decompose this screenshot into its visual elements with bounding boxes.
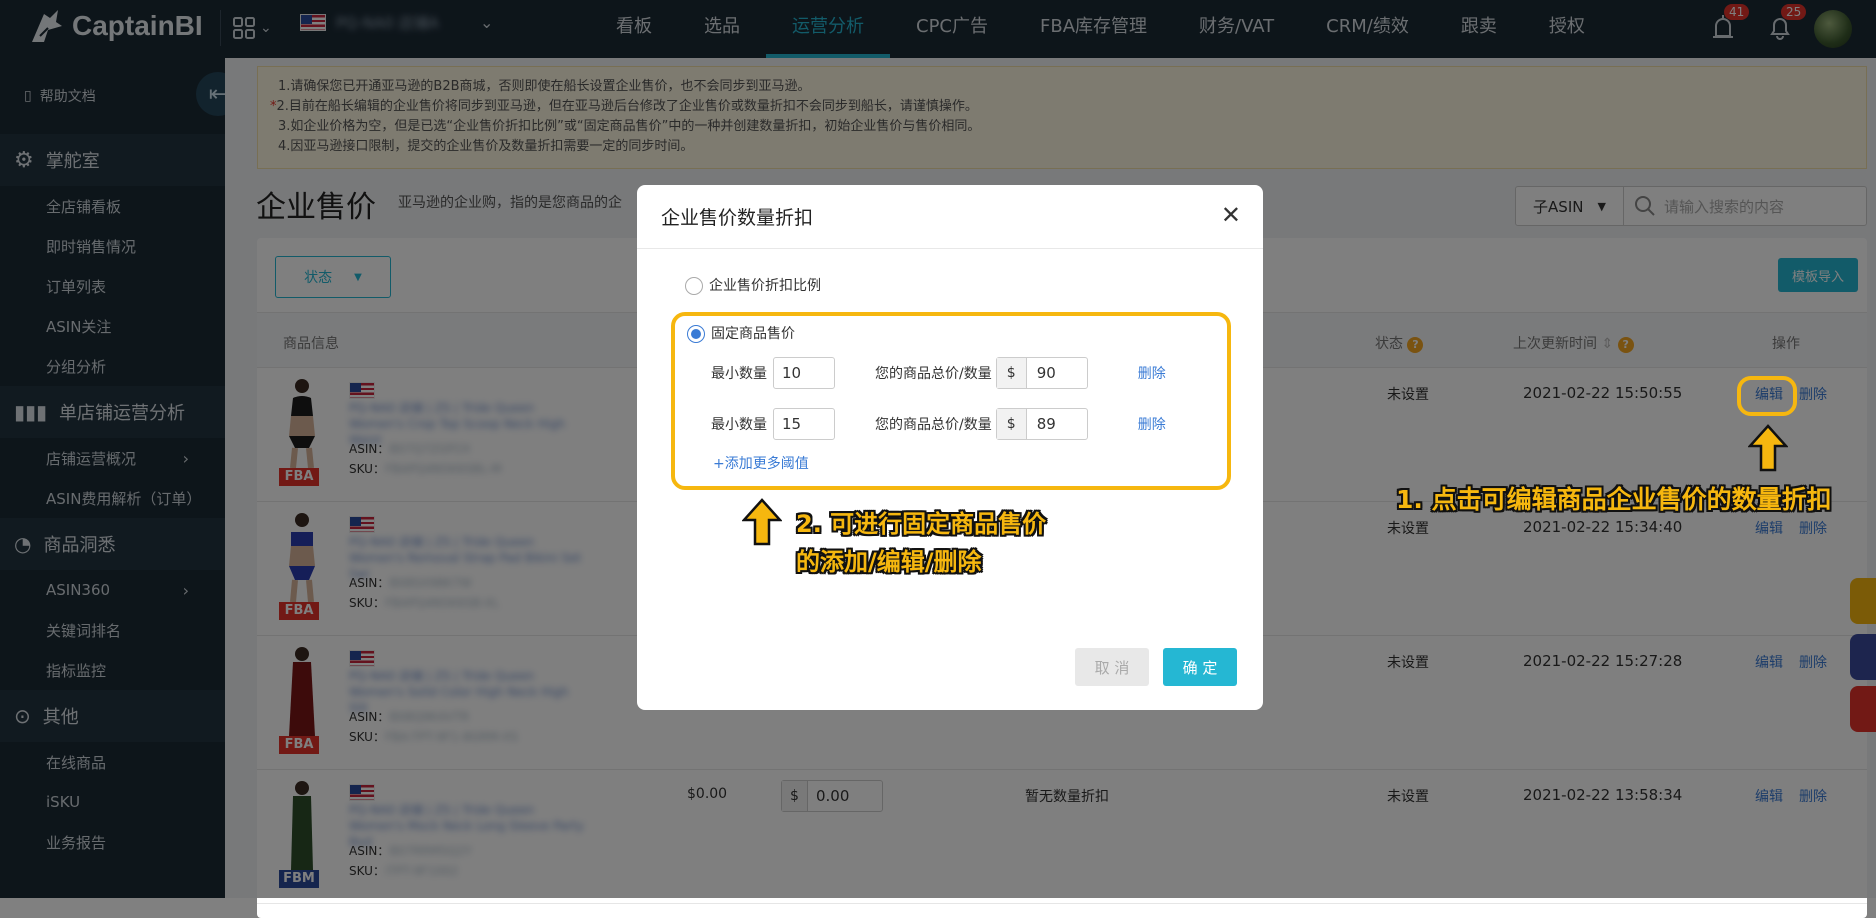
radio-ratio[interactable]: 企业售价折扣比例 (685, 275, 821, 295)
confirm-button[interactable]: 确 定 (1163, 648, 1237, 686)
radio-circle[interactable] (687, 325, 705, 343)
tier-price-input[interactable]: $ 89 (995, 408, 1088, 440)
annotation-step1: 1. 点击可编辑商品企业售价的数量折扣 (1396, 485, 1832, 514)
min-quantity-input[interactable]: 15 (773, 408, 835, 440)
quantity-discount-dialog: 企业售价数量折扣 ✕ 企业售价折扣比例 固定商品售价 最小数量 10 您的商品总… (637, 185, 1263, 710)
add-more-threshold-link[interactable]: +添加更多阈值 (713, 453, 809, 473)
tier-row: 最小数量 15 您的商品总价/数量 $ 89 删除 (711, 408, 1166, 440)
delete-tier-link[interactable]: 删除 (1138, 414, 1166, 434)
radio-circle[interactable] (685, 277, 703, 295)
tier-price-input[interactable]: $ 90 (995, 357, 1088, 389)
annotation-step2: 2. 可进行固定商品售价 的添加/编辑/删除 (796, 510, 1047, 576)
dialog-title: 企业售价数量折扣 (661, 207, 814, 229)
edit-highlight-ring (1737, 376, 1797, 416)
radio-fixed[interactable]: 固定商品售价 (687, 323, 795, 343)
min-quantity-input[interactable]: 10 (773, 357, 835, 389)
arrow-up-icon (1748, 424, 1788, 472)
close-icon[interactable]: ✕ (1221, 201, 1241, 229)
cancel-button[interactable]: 取 消 (1075, 648, 1149, 686)
delete-tier-link[interactable]: 删除 (1138, 363, 1166, 383)
tier-row: 最小数量 10 您的商品总价/数量 $ 90 删除 (711, 357, 1166, 389)
arrow-up-icon (742, 498, 782, 546)
dialog-header: 企业售价数量折扣 (637, 185, 1263, 249)
